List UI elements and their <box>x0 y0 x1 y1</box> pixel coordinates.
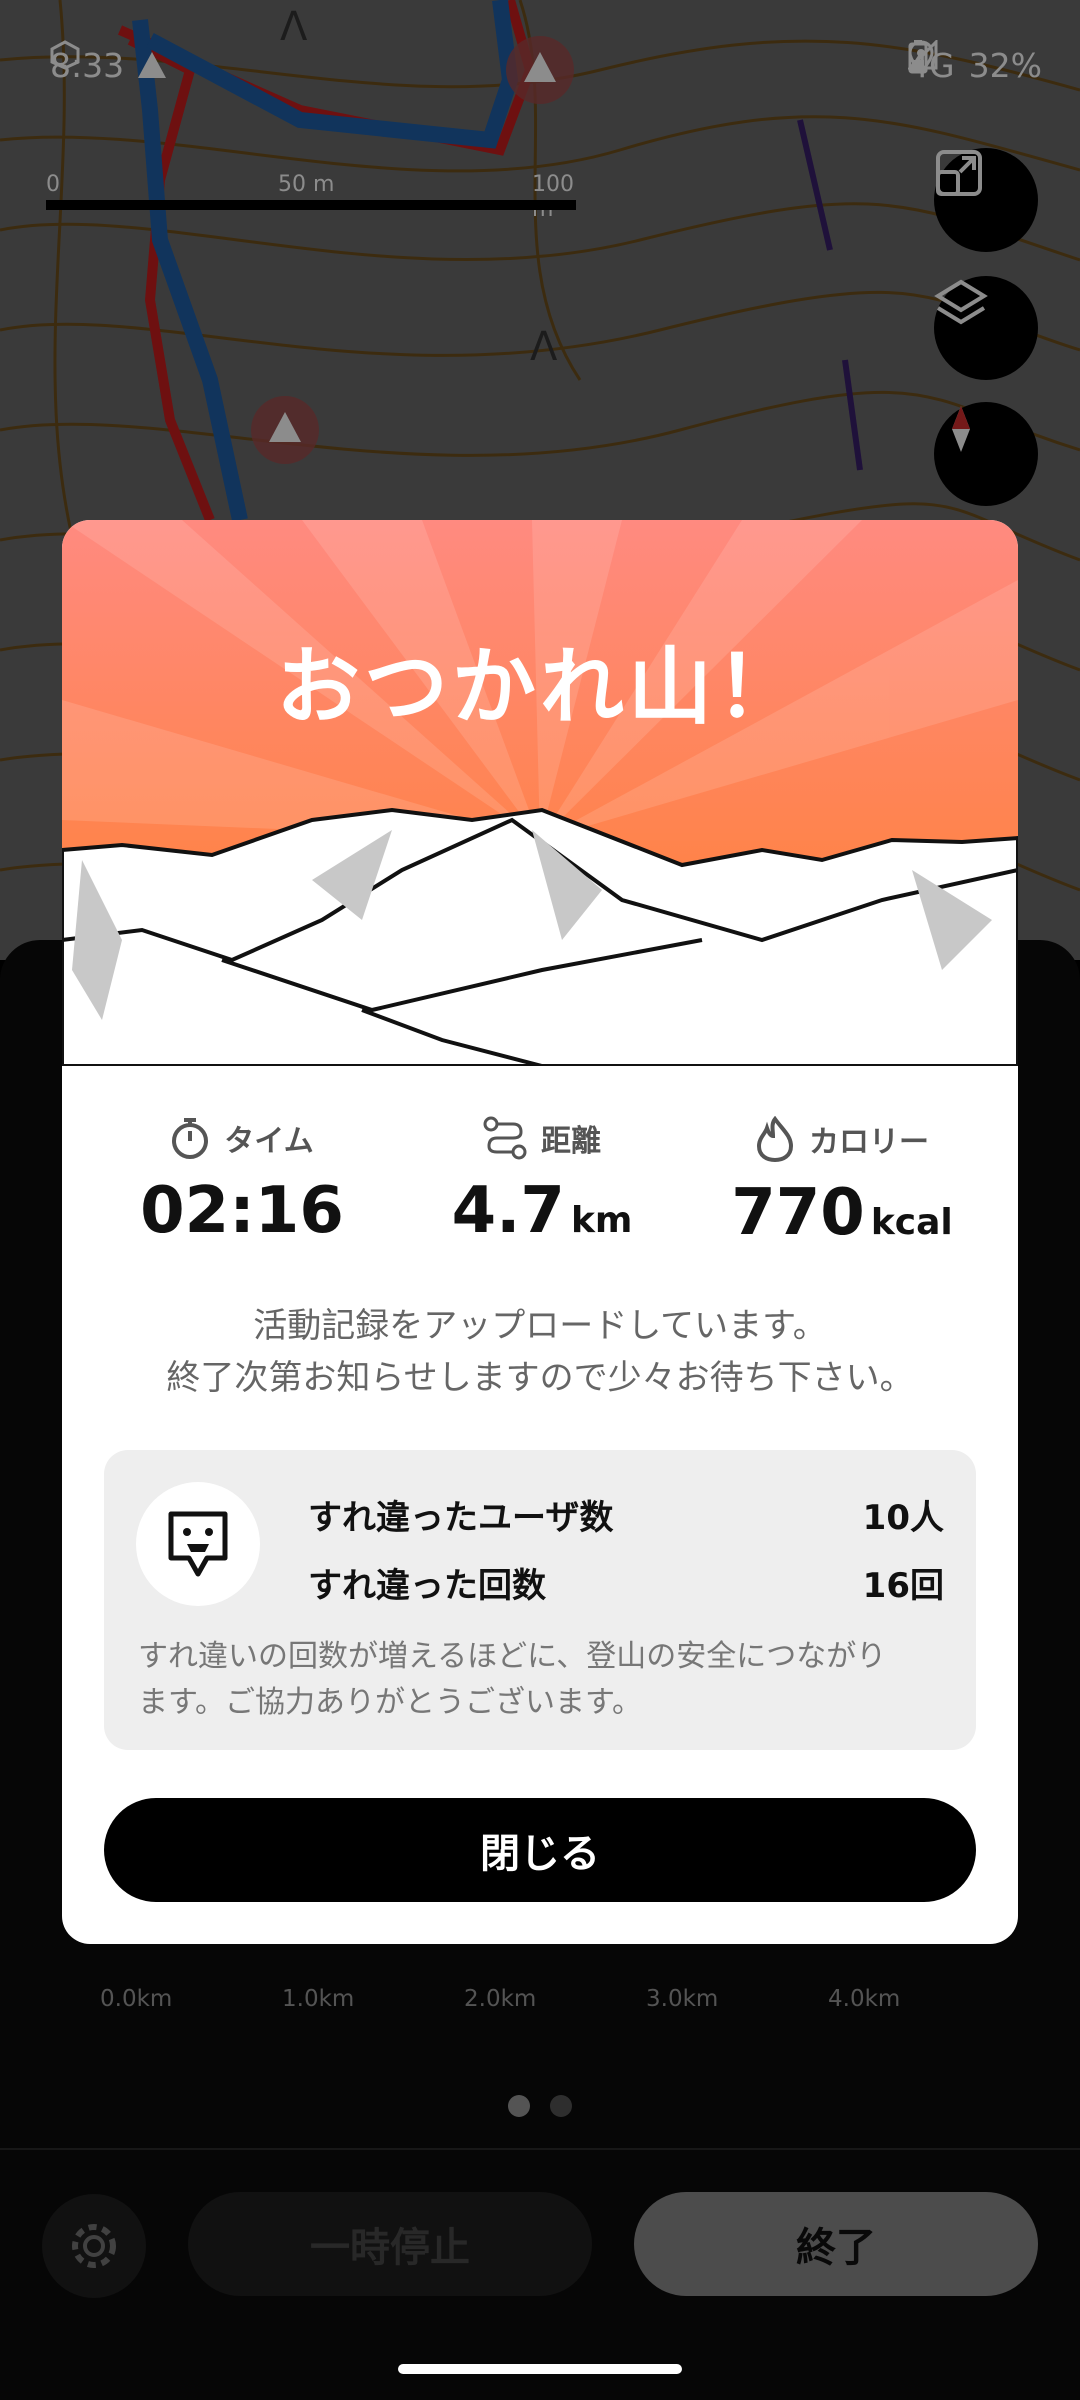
passing-users-row: すれ違ったユーザ数 10人 <box>308 1490 944 1539</box>
stat-distance-value: 4.7 <box>451 1174 565 1248</box>
upload-message: 活動記録をアップロードしています。 終了次第お知らせしますので少々お待ち下さい。 <box>62 1300 1018 1404</box>
passing-users-label: すれ違ったユーザ数 <box>308 1498 614 1538</box>
stat-calories: カロリー 770 kcal <box>692 1116 992 1250</box>
passing-users-value: 10人 <box>862 1498 944 1538</box>
upload-message-line: 終了次第お知らせしますので少々お待ち下さい。 <box>166 1358 914 1398</box>
passing-count-value: 16回 <box>862 1566 944 1606</box>
passing-note-line: ます。ご協力ありがとうございます。 <box>138 1685 642 1720</box>
dialog-title: おつかれ山！ <box>275 638 804 736</box>
upload-message-line: 活動記録をアップロードしています。 <box>253 1306 827 1346</box>
passing-note-line: すれ違いの回数が増えるほどに、登山の安全につながり <box>138 1639 887 1674</box>
stat-calories-unit: kcal <box>870 1202 953 1243</box>
stopwatch-icon <box>172 1118 209 1159</box>
stat-distance: 距離 4.7 km <box>392 1116 692 1248</box>
passing-character-icon <box>168 1511 228 1577</box>
passing-count-row: すれ違った回数 16回 <box>308 1558 944 1607</box>
mountain-hero-illustration <box>62 520 1018 1066</box>
stat-time: タイム 02:16 <box>92 1116 392 1248</box>
activity-stats: タイム 02:16 距離 4.7 km カロリー 770 kcal <box>62 1116 1018 1266</box>
passing-avatar <box>136 1482 260 1606</box>
completion-dialog: おつかれ山！ タイム 02:16 距離 4.7 km カロリー 770 kcal 活… <box>62 520 1018 1944</box>
stat-calories-label: カロリー <box>809 1125 929 1160</box>
route-icon <box>483 1116 527 1160</box>
stat-time-value: 02:16 <box>140 1174 344 1248</box>
passing-note: すれ違いの回数が増えるほどに、登山の安全につながり ます。ご協力ありがとうござい… <box>138 1634 938 1726</box>
stat-distance-unit: km <box>570 1200 633 1241</box>
home-indicator[interactable] <box>398 2364 682 2374</box>
stat-calories-value: 770 <box>731 1176 865 1250</box>
stat-time-label: タイム <box>224 1124 314 1159</box>
passing-count-label: すれ違った回数 <box>308 1566 546 1606</box>
passing-info-card: すれ違ったユーザ数 10人 すれ違った回数 16回 すれ違いの回数が増えるほどに… <box>104 1450 976 1750</box>
stat-distance-label: 距離 <box>541 1124 601 1159</box>
flame-icon <box>756 1116 794 1162</box>
close-button[interactable]: 閉じる <box>104 1798 976 1902</box>
